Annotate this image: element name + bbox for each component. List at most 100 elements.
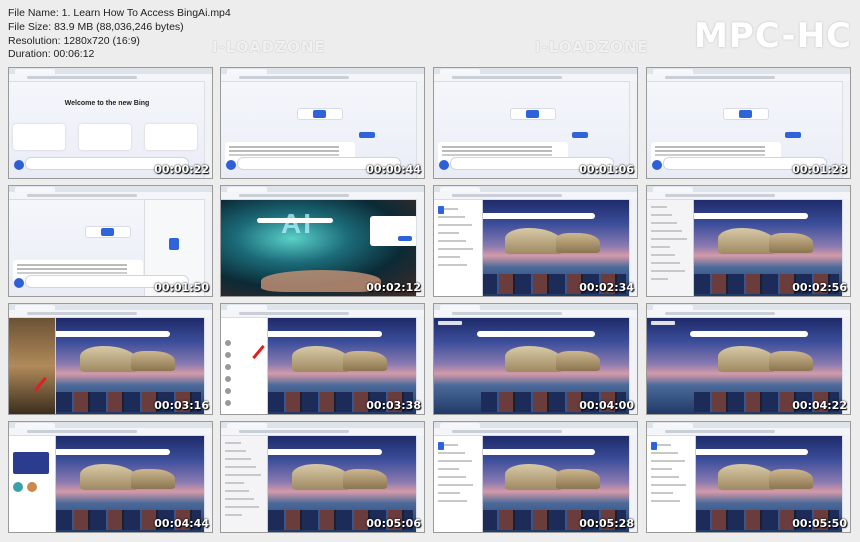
resolution: Resolution: 1280x720 (16:9) — [8, 34, 140, 47]
video-thumbnail[interactable]: 00:04:44 — [8, 421, 213, 533]
suggestion-card — [79, 124, 131, 150]
video-thumbnail[interactable]: 00:01:28 — [646, 67, 851, 179]
menu-line — [225, 514, 242, 516]
search-bar — [690, 213, 808, 219]
cliff-image — [717, 346, 776, 372]
chat-panel — [434, 200, 483, 296]
menu-line — [225, 466, 256, 468]
file-size: File Size: 83.9 MB (88,036,246 bytes) — [8, 20, 184, 33]
app-icon — [27, 482, 37, 492]
search-bar — [690, 331, 808, 337]
dialog-box — [370, 216, 418, 246]
menu-line — [225, 442, 241, 444]
address-bar — [647, 428, 850, 436]
tone-selector — [297, 108, 343, 120]
suggestion-card — [13, 124, 65, 150]
cliff-image — [504, 228, 563, 254]
ai-text: AI — [281, 208, 313, 239]
search-bar — [690, 449, 808, 455]
cliff-image — [555, 351, 600, 371]
address-bar — [9, 310, 212, 318]
search-bar — [52, 449, 170, 455]
bing-logo-icon — [438, 442, 444, 450]
bing-icon — [652, 160, 662, 170]
cliff-image — [768, 233, 813, 253]
cliff-image — [504, 346, 563, 372]
panel-line — [438, 240, 466, 242]
search-bar — [52, 331, 170, 337]
menu-line — [225, 498, 254, 500]
panel-line — [438, 500, 467, 502]
address-bar — [9, 192, 212, 200]
address-bar — [434, 428, 637, 436]
chat-panel — [434, 436, 483, 532]
cliff-image — [504, 464, 563, 490]
video-thumbnail[interactable]: 00:03:38 — [220, 303, 425, 415]
timestamp: 00:00:22 — [154, 163, 209, 176]
app-icon — [13, 482, 23, 492]
panel-line — [438, 476, 466, 478]
address-bar — [221, 310, 424, 318]
video-thumbnail[interactable]: 00:05:06 — [220, 421, 425, 533]
message-chip — [572, 132, 588, 138]
panel-line — [651, 484, 686, 486]
panel-line — [438, 460, 472, 462]
timestamp: 00:04:22 — [792, 399, 847, 412]
panel-line — [438, 216, 465, 218]
list-avatar — [225, 376, 231, 382]
cliff-image — [768, 469, 813, 489]
cliff-image — [342, 351, 387, 371]
video-thumbnail[interactable]: 00:03:16 — [8, 303, 213, 415]
menu-line — [225, 474, 261, 476]
timestamp: 00:02:56 — [792, 281, 847, 294]
video-thumbnail[interactable]: 00:02:56 — [646, 185, 851, 297]
video-thumbnail[interactable]: 00:05:28 — [433, 421, 638, 533]
menu-line — [651, 278, 668, 280]
menu-panel — [647, 200, 694, 296]
video-thumbnail[interactable]: AI 00:02:12 — [220, 185, 425, 297]
search-bar — [477, 331, 595, 337]
video-thumbnail[interactable]: 00:01:50 — [8, 185, 213, 297]
menu-line — [651, 270, 685, 272]
cliff-image — [342, 469, 387, 489]
video-thumbnail[interactable]: 00:05:50 — [646, 421, 851, 533]
panel-line — [438, 224, 472, 226]
list-avatar — [225, 340, 231, 346]
timestamp: 00:03:16 — [154, 399, 209, 412]
video-thumbnail[interactable]: 00:02:34 — [433, 185, 638, 297]
panel-line — [438, 264, 467, 266]
panel-line — [651, 492, 673, 494]
panel-line — [438, 232, 459, 234]
panel-line — [651, 460, 685, 462]
file-name: File Name: 1. Learn How To Access BingAi… — [8, 7, 231, 19]
cliff-image — [291, 346, 350, 372]
menu-line — [651, 238, 687, 240]
video-thumbnail[interactable]: 00:00:44 — [220, 67, 425, 179]
video-thumbnail[interactable]: Welcome to the new Bing 00:00:22 — [8, 67, 213, 179]
menu-line — [225, 506, 259, 508]
watermark: I-LOADZONE — [535, 38, 649, 56]
video-thumbnail[interactable]: 00:01:06 — [433, 67, 638, 179]
panel-line — [438, 484, 473, 486]
timestamp: 00:04:00 — [579, 399, 634, 412]
search-bar — [257, 218, 333, 223]
address-bar — [647, 310, 850, 318]
bing-icon — [439, 160, 449, 170]
panel-line — [438, 492, 460, 494]
search-bar — [264, 449, 382, 455]
panel-line — [438, 248, 473, 250]
menu-line — [225, 450, 246, 452]
bing-logo-icon — [169, 238, 179, 250]
timestamp: 00:02:34 — [579, 281, 634, 294]
welcome-heading: Welcome to the new Bing — [64, 100, 150, 107]
bing-logo-icon — [651, 442, 657, 450]
list-avatar — [225, 388, 231, 394]
menu-line — [651, 206, 667, 208]
video-thumbnail[interactable]: 00:04:22 — [646, 303, 851, 415]
video-thumbnail[interactable]: 00:04:00 — [433, 303, 638, 415]
list-avatar — [225, 400, 231, 406]
tone-selector — [723, 108, 769, 120]
panel-line — [438, 452, 465, 454]
panel-line — [651, 476, 679, 478]
cliff-image — [555, 233, 600, 253]
